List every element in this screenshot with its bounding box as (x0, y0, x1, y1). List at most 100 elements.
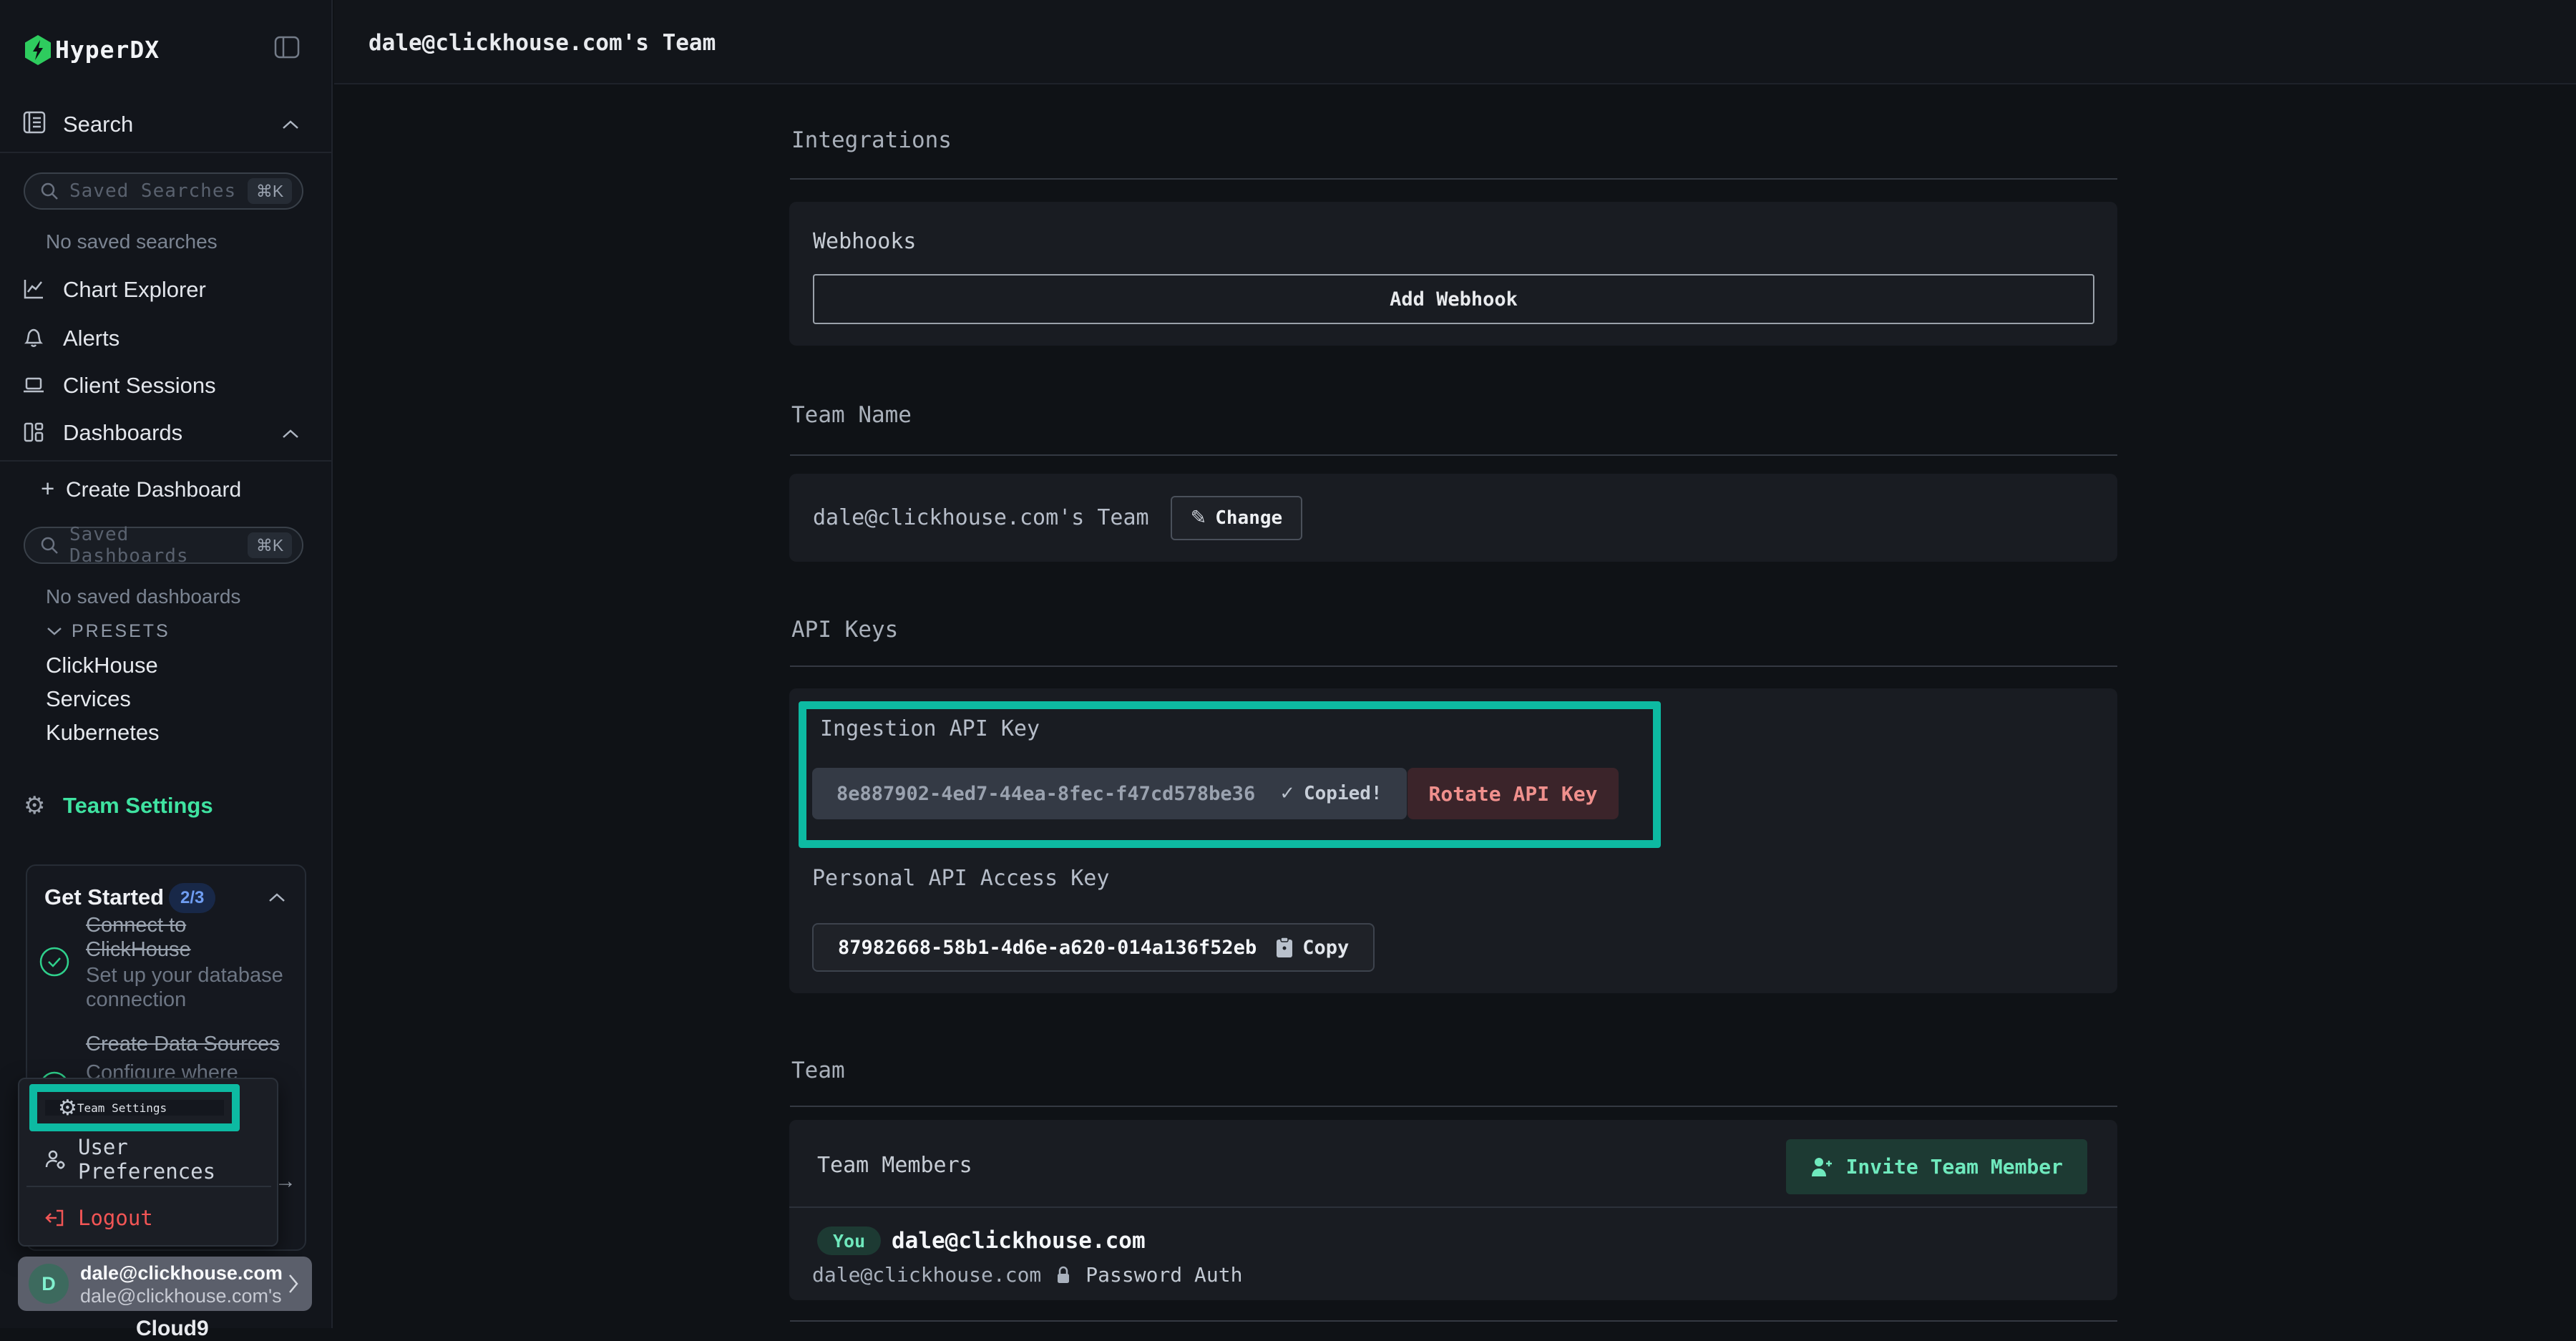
team-name-heading: Team Name (791, 402, 912, 428)
ingestion-api-key-label: Ingestion API Key (820, 716, 1040, 741)
lock-icon (1055, 1265, 1071, 1285)
sidebar-item-clickhouse[interactable]: ClickHouse (46, 653, 158, 678)
team-name-card: dale@clickhouse.com's Team ✎ Change (789, 474, 2117, 562)
sidebar-item-label: Alerts (63, 326, 119, 351)
user-gear-icon (44, 1148, 67, 1171)
get-started-item-title[interactable]: Connect to ClickHouse (86, 913, 283, 962)
avatar: D (29, 1264, 69, 1304)
get-started-item-subtitle: Set up your database connection (86, 963, 283, 1012)
collapse-sidebar-icon[interactable] (274, 36, 300, 59)
change-label: Change (1215, 507, 1282, 529)
sidebar-item-kubernetes[interactable]: Kubernetes (46, 720, 160, 746)
search-section-label: Search (63, 112, 133, 137)
progress-badge: 2/3 (169, 883, 215, 913)
sidebar-item-client-sessions[interactable]: Client Sessions (0, 364, 331, 406)
laptop-icon (22, 374, 45, 396)
change-team-name-button[interactable]: ✎ Change (1171, 496, 1303, 540)
invite-team-member-button[interactable]: Invite Team Member (1786, 1139, 2087, 1194)
sidebar-item-alerts[interactable]: Alerts (0, 316, 331, 359)
invite-label: Invite Team Member (1846, 1155, 2063, 1179)
divider (0, 460, 331, 462)
hyperdx-logo-icon (24, 34, 52, 66)
chevron-up-icon[interactable] (268, 892, 286, 903)
search-icon (39, 181, 59, 201)
ingestion-api-key-chip[interactable]: 8e887902-4ed7-44ea-8fec-f47cd578be36 ✓ C… (812, 768, 1407, 819)
menu-item-user-preferences[interactable]: User Preferences (19, 1141, 277, 1178)
page-header: dale@clickhouse.com's Team (334, 0, 2576, 84)
plus-icon: + (41, 475, 54, 502)
page-title: dale@clickhouse.com's Team (369, 30, 716, 56)
team-members-label: Team Members (817, 1153, 972, 1178)
user-plus-icon (1810, 1156, 1833, 1178)
copied-indicator: ✓ Copied! (1279, 783, 1382, 804)
divider (790, 178, 2117, 180)
search-panel-icon (22, 110, 47, 135)
presets-label: PRESETS (72, 621, 170, 642)
auth-method-label: Password Auth (1085, 1263, 1242, 1287)
divider (790, 665, 2117, 667)
menu-item-team-settings[interactable]: ⚙ Team Settings (45, 1100, 224, 1116)
gear-icon: ⚙ (58, 1096, 77, 1121)
kbd-shortcut: ⌘K (248, 532, 292, 558)
check-icon: ✓ (1279, 783, 1295, 804)
rotate-api-key-button[interactable]: Rotate API Key (1407, 768, 1619, 819)
user-name: dale@clickhouse.com (80, 1262, 283, 1284)
pencil-icon: ✎ (1191, 507, 1207, 529)
saved-dashboards-input[interactable]: Saved Dashboards ⌘K (24, 527, 303, 564)
team-name-value: dale@clickhouse.com's Team (813, 505, 1149, 530)
no-saved-dashboards-text: No saved dashboards (46, 585, 240, 608)
chevron-up-icon (281, 119, 300, 130)
get-started-item-title[interactable]: Create Data Sources (86, 1032, 283, 1056)
chart-icon (22, 278, 45, 301)
team-settings-label: Team Settings (63, 793, 213, 819)
personal-api-key-label: Personal API Access Key (812, 866, 1109, 891)
check-circle-icon (39, 946, 70, 977)
menu-item-label: User Preferences (78, 1135, 277, 1184)
sidebar-item-team-settings[interactable]: ⚙ Team Settings (0, 787, 331, 827)
member-email: dale@clickhouse.com (812, 1263, 1041, 1287)
menu-item-logout[interactable]: Logout (19, 1199, 277, 1237)
sidebar-section-search[interactable]: Search (0, 104, 331, 152)
webhooks-label: Webhooks (813, 229, 917, 254)
settings-content: Integrations Webhooks Add Webhook Team N… (790, 84, 2117, 1328)
search-icon (39, 535, 59, 555)
copy-label: Copy (1302, 937, 1349, 959)
sidebar: HyperDX Search Saved Searches (0, 0, 333, 1328)
divider (789, 1206, 2117, 1208)
member-details-row: dale@clickhouse.com Password Auth (812, 1263, 1242, 1287)
clipboard-icon (1275, 937, 1294, 958)
gear-icon: ⚙ (24, 791, 45, 820)
saved-searches-placeholder: Saved Searches (69, 180, 248, 202)
member-name: dale@clickhouse.com (892, 1228, 1146, 1254)
user-menu-popup: ⚙ Team Settings User Preferences Logout (18, 1078, 278, 1247)
api-keys-card: Ingestion API Key 8e887902-4ed7-44ea-8fe… (789, 688, 2117, 993)
sidebar-item-dashboards[interactable]: Dashboards (0, 411, 331, 454)
add-webhook-button[interactable]: Add Webhook (813, 274, 2094, 324)
saved-searches-input[interactable]: Saved Searches ⌘K (24, 172, 303, 210)
copied-label: Copied! (1304, 783, 1382, 804)
dashboard-grid-icon (22, 421, 45, 444)
user-team-name: dale@clickhouse.com's (80, 1285, 282, 1307)
chevron-up-icon (281, 428, 300, 439)
menu-item-label: Team Settings (77, 1101, 167, 1115)
brand-name: HyperDX (55, 36, 160, 64)
logout-icon (44, 1206, 67, 1229)
divider (790, 1320, 2117, 1322)
bell-icon (22, 326, 45, 349)
divider (26, 1186, 271, 1187)
chevron-right-icon (286, 1272, 301, 1295)
team-members-card: Team Members Invite Team Member You dale… (789, 1120, 2117, 1300)
webhooks-card: Webhooks Add Webhook (789, 202, 2117, 346)
copy-button[interactable]: Copy (1275, 937, 1349, 959)
chevron-down-icon (46, 625, 63, 637)
personal-api-key-chip[interactable]: 87982668-58b1-4d6e-a620-014a136f52eb Cop… (812, 923, 1375, 972)
get-started-title: Get Started (44, 884, 164, 910)
saved-dashboards-placeholder: Saved Dashboards (69, 524, 248, 567)
sidebar-item-chart-explorer[interactable]: Chart Explorer (0, 268, 331, 311)
divider (0, 152, 331, 153)
sidebar-item-services[interactable]: Services (46, 686, 131, 712)
sidebar-item-label: Client Sessions (63, 373, 216, 399)
you-badge: You (817, 1227, 881, 1255)
user-account-card[interactable]: D dale@clickhouse.com dale@clickhouse.co… (18, 1257, 312, 1311)
sidebar-item-label: Dashboards (63, 420, 182, 446)
